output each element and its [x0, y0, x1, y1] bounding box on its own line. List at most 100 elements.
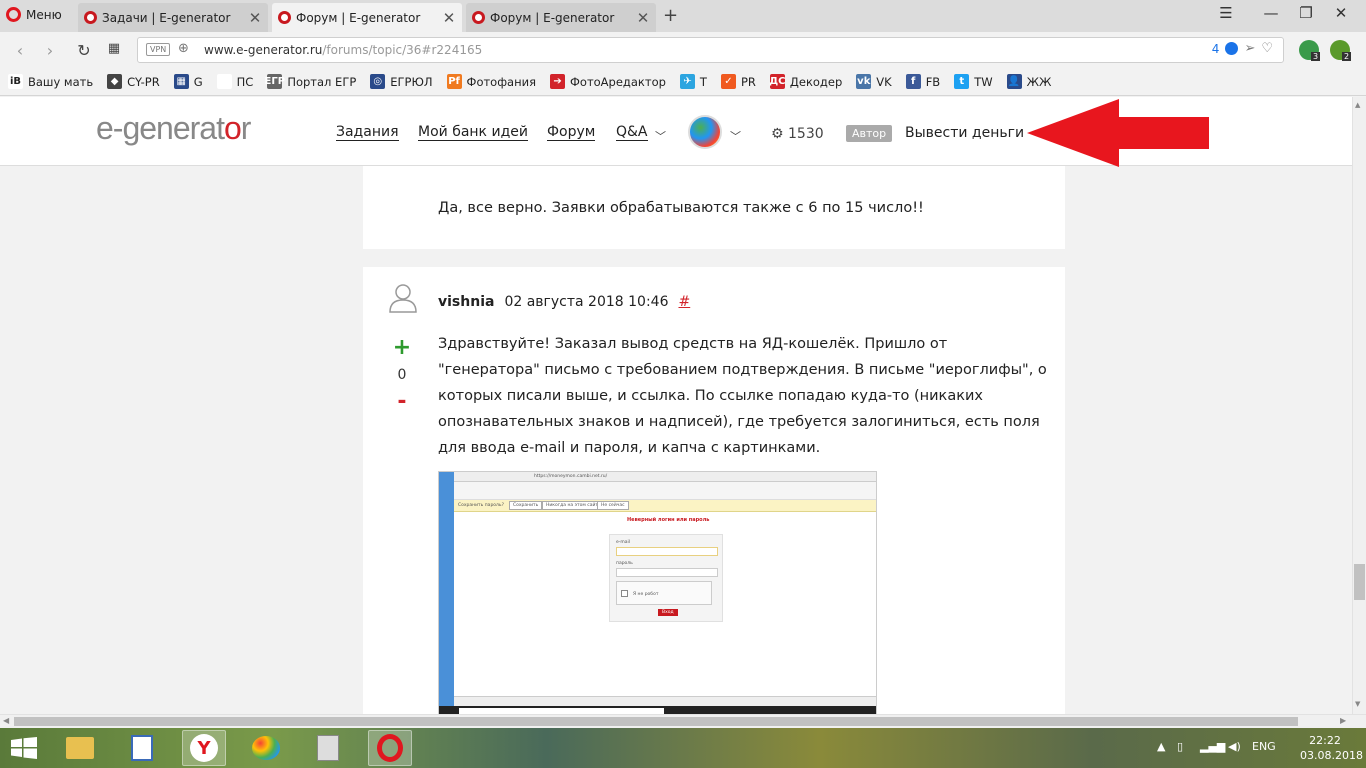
- bookmark-item[interactable]: Pf Фотофания: [446, 74, 536, 89]
- bookmark-favicon-icon: ✈: [679, 74, 695, 89]
- bookmark-item[interactable]: t TW: [954, 74, 993, 89]
- network-signal-icon[interactable]: ▂▄▆: [1200, 740, 1225, 753]
- url-field[interactable]: VPN ⊕ www.e-generator.ru/forums/topic/36…: [137, 37, 1284, 63]
- post-author[interactable]: vishnia: [438, 294, 494, 310]
- nav-forum[interactable]: Форум: [547, 125, 596, 141]
- bookmark-label: G: [193, 74, 203, 89]
- tab-tasks[interactable]: Задачи | E-generator ✕: [78, 3, 268, 32]
- yandex-browser-icon[interactable]: Y: [182, 730, 226, 766]
- bookmark-label: CY-PR: [127, 74, 160, 89]
- paint-icon[interactable]: [244, 730, 288, 766]
- tab-forum[interactable]: Форум | E-generator ✕: [466, 3, 656, 32]
- forward-icon[interactable]: ›: [40, 41, 60, 60]
- nav-qa[interactable]: Q&A: [616, 125, 648, 141]
- red-arrow-icon: [1027, 99, 1209, 167]
- bookmark-favicon-icon: 👤: [1006, 74, 1022, 89]
- bookmarks-bar: iB Вашу мать ◆ CY-PR ▦ G ПС ЕГР Портал ЕГР ◎ ЕГРЮЛ…: [0, 68, 1366, 96]
- close-tab-icon[interactable]: ✕: [442, 9, 456, 27]
- scroll-thumb[interactable]: [14, 717, 1298, 726]
- bookmark-item[interactable]: 👤 ЖЖ: [1006, 74, 1051, 89]
- bookmark-favicon-icon: t: [954, 74, 970, 89]
- reload-icon[interactable]: ↻: [74, 41, 94, 60]
- system-clock[interactable]: 22:22 03.08.2018: [1300, 733, 1363, 763]
- withdraw-link[interactable]: Вывести деньги: [905, 125, 1024, 141]
- volume-icon[interactable]: ◀): [1228, 740, 1241, 753]
- scroll-left-icon[interactable]: ◀: [3, 716, 9, 725]
- bookmark-label: ЕГРЮЛ: [390, 74, 433, 89]
- bookmark-item[interactable]: ✓ PR: [720, 74, 756, 89]
- wordpad-icon[interactable]: [120, 730, 164, 766]
- bookmark-item[interactable]: ЕГР Портал ЕГР: [265, 74, 356, 89]
- vote-down-button[interactable]: -: [392, 389, 412, 414]
- opera-menu-button[interactable]: Меню: [6, 7, 62, 22]
- bookmark-label: FB: [925, 74, 941, 89]
- scroll-down-icon[interactable]: ▼: [1355, 700, 1360, 708]
- extension-badge: 2: [1342, 52, 1352, 61]
- scroll-up-icon[interactable]: ▲: [1355, 101, 1360, 109]
- page-viewport: Да, все верно. Заявки обрабатываются так…: [0, 97, 1352, 714]
- bookmark-label: Вашу мать: [28, 74, 94, 89]
- bookmark-item[interactable]: f FB: [905, 74, 941, 89]
- scroll-thumb[interactable]: [1354, 564, 1365, 600]
- user-avatar-icon[interactable]: [389, 283, 417, 313]
- post-anchor-link[interactable]: #: [678, 294, 690, 310]
- url-text[interactable]: www.e-generator.ru/forums/topic/36#r2241…: [204, 43, 482, 57]
- chevron-down-icon[interactable]: ﹀: [730, 128, 741, 144]
- chevron-down-icon[interactable]: ﹀: [655, 128, 666, 144]
- vertical-scrollbar[interactable]: ▲ ▼: [1352, 97, 1366, 714]
- nav-tasks[interactable]: Задания: [336, 125, 399, 141]
- minimize-icon[interactable]: —: [1256, 4, 1286, 22]
- file-explorer-icon[interactable]: [58, 730, 102, 766]
- extension-badge: 3: [1311, 52, 1321, 61]
- site-logo[interactable]: e-generator: [96, 110, 251, 147]
- post-card: Да, все верно. Заявки обрабатываются так…: [363, 157, 1065, 249]
- bookmark-favicon-icon: ▦: [173, 74, 189, 89]
- bookmark-item[interactable]: ПС: [216, 74, 254, 89]
- profile-avatar[interactable]: [688, 115, 722, 149]
- opera-logo-icon: [6, 7, 21, 22]
- bookmark-item[interactable]: ✈ T: [679, 74, 707, 89]
- bookmark-item[interactable]: vk VK: [856, 74, 892, 89]
- bookmark-label: ПС: [236, 74, 254, 89]
- bookmark-item[interactable]: ДС Декодер: [769, 74, 843, 89]
- language-indicator[interactable]: ENG: [1252, 740, 1276, 753]
- heart-icon[interactable]: ♡: [1261, 41, 1273, 56]
- vote-up-button[interactable]: +: [392, 335, 412, 360]
- opera-taskbar-icon[interactable]: [368, 730, 412, 766]
- device-icon[interactable]: ▯: [1177, 740, 1183, 753]
- bookmark-item[interactable]: ➔ ФотоAредактор: [550, 74, 666, 89]
- bookmark-favicon-icon: Pf: [446, 74, 462, 89]
- adblock-icon[interactable]: [1225, 42, 1239, 55]
- bookmark-item[interactable]: ▦ G: [173, 74, 203, 89]
- tab-menu-icon[interactable]: ☰: [1211, 4, 1241, 22]
- bookmark-item[interactable]: iB Вашу мать: [8, 74, 93, 89]
- address-bar: ‹ › ↻ ▦ VPN ⊕ www.e-generator.ru/forums/…: [0, 32, 1366, 68]
- horizontal-scrollbar[interactable]: ◀ ▶: [0, 714, 1366, 728]
- maximize-icon[interactable]: ❐: [1291, 4, 1321, 22]
- post-date: 02 августа 2018 10:46: [504, 294, 669, 310]
- bookmark-item[interactable]: ◎ ЕГРЮЛ: [370, 74, 433, 89]
- bookmark-label: ФотоAредактор: [570, 74, 666, 89]
- bookmark-favicon-icon: ➔: [550, 74, 566, 89]
- vpn-badge[interactable]: VPN: [146, 43, 171, 56]
- tray-chevron-icon[interactable]: ▲: [1157, 740, 1165, 753]
- post-body: Здравствуйте! Заказал вывод средств на Я…: [438, 336, 1047, 456]
- balance-display: ⚙ 1530: [771, 126, 824, 142]
- start-button[interactable]: [2, 730, 46, 766]
- calculator-icon[interactable]: [306, 730, 350, 766]
- tab-forum-active[interactable]: Форум | E-generator ✕: [272, 3, 462, 32]
- back-icon[interactable]: ‹: [10, 41, 30, 60]
- close-tab-icon[interactable]: ✕: [636, 9, 650, 27]
- bookmark-favicon-icon: [216, 74, 232, 89]
- nav-idea-bank[interactable]: Мой банк идей: [418, 125, 528, 141]
- new-tab-icon[interactable]: +: [663, 5, 678, 26]
- scroll-right-icon[interactable]: ▶: [1340, 716, 1346, 725]
- bookmark-label: Декодер: [789, 74, 843, 89]
- bookmark-favicon-icon: ◆: [107, 74, 123, 89]
- close-window-icon[interactable]: ✕: [1326, 4, 1356, 22]
- bookmark-item[interactable]: ◆ CY-PR: [107, 74, 160, 89]
- close-tab-icon[interactable]: ✕: [248, 9, 262, 27]
- send-icon[interactable]: ➢: [1244, 41, 1255, 56]
- speed-dial-icon[interactable]: ▦: [104, 41, 124, 56]
- attached-screenshot[interactable]: https://moneymon.cambi.net.ru/ Сохранить…: [438, 471, 877, 714]
